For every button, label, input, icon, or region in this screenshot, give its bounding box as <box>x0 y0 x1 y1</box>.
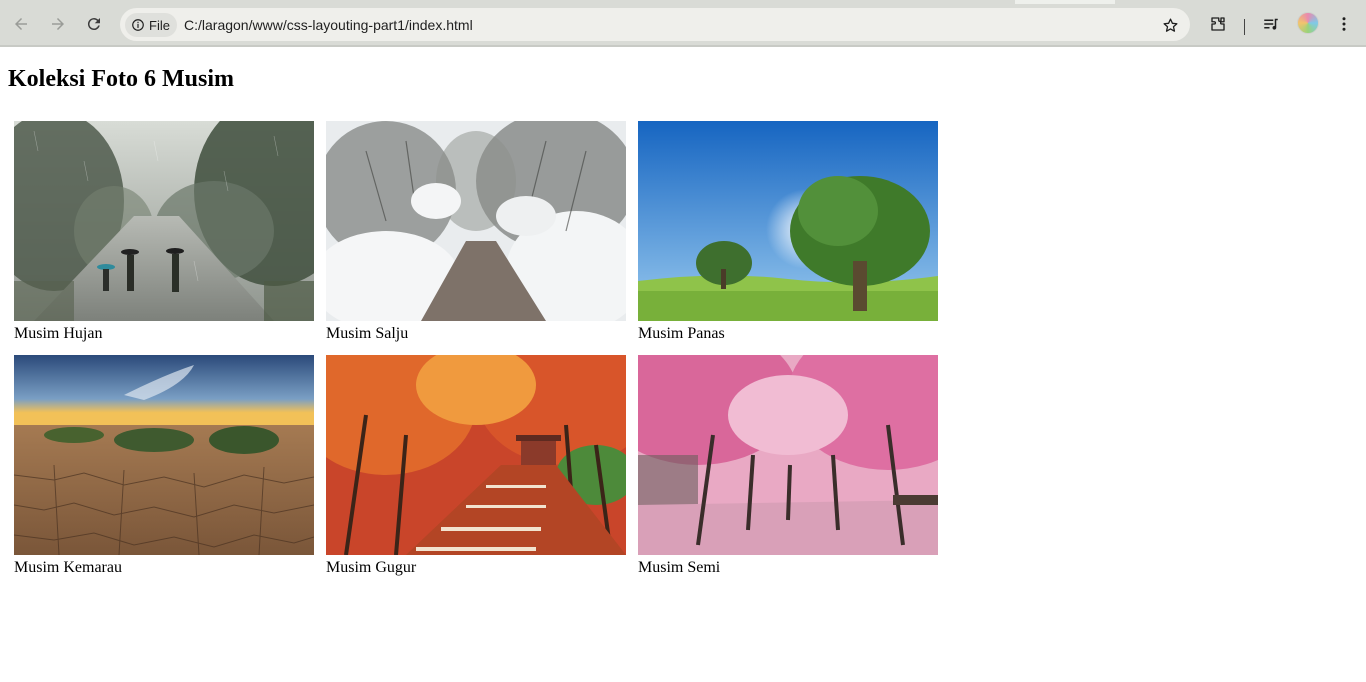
photo-caption: Musim Kemarau <box>14 559 122 576</box>
kebab-menu-icon <box>1342 17 1346 31</box>
extensions-button[interactable] <box>1207 13 1229 35</box>
page-title: Koleksi Foto 6 Musim <box>8 66 234 92</box>
menu-button[interactable] <box>1333 13 1355 35</box>
arrow-right-icon <box>52 18 64 30</box>
gallery-item-hujan: Musim Hujan <box>14 121 314 343</box>
media-button[interactable] <box>1260 13 1282 35</box>
spring-photo <box>638 355 938 555</box>
forward-button[interactable] <box>46 12 70 36</box>
gallery-item-kemarau: Musim Kemarau <box>14 355 314 577</box>
photo-caption: Musim Hujan <box>14 325 103 342</box>
autumn-photo <box>326 355 626 555</box>
back-button[interactable] <box>9 12 33 36</box>
gallery-item-gugur: Musim Gugur <box>326 355 626 577</box>
reload-icon <box>87 18 100 31</box>
browser-toolbar: File C:/laragon/www/css-layouting-part1/… <box>0 4 1366 45</box>
puzzle-icon <box>1211 17 1225 31</box>
info-icon <box>132 19 144 31</box>
photo-caption: Musim Gugur <box>326 559 417 576</box>
star-icon <box>1162 17 1178 32</box>
gallery-item-semi: Musim Semi <box>638 355 938 577</box>
summer-photo <box>638 121 938 321</box>
site-info-chip[interactable]: File <box>125 13 177 37</box>
gallery-item-salju: Musim Salju <box>326 121 626 343</box>
address-bar[interactable]: File C:/laragon/www/css-layouting-part1/… <box>120 8 1190 41</box>
arrow-left-icon <box>15 18 27 30</box>
media-queue-icon <box>1264 18 1278 30</box>
gallery-item-panas: Musim Panas <box>638 121 938 343</box>
drought-photo <box>14 355 314 555</box>
reload-button[interactable] <box>82 12 106 36</box>
chip-label: File <box>149 17 170 33</box>
bookmark-button[interactable] <box>1160 15 1180 35</box>
toolbar-separator <box>1244 19 1245 35</box>
snow-photo <box>326 121 626 321</box>
url-text[interactable]: C:/laragon/www/css-layouting-part1/index… <box>184 17 473 33</box>
toolbar-border <box>0 45 1366 47</box>
photo-caption: Musim Semi <box>638 559 721 576</box>
photo-caption: Musim Salju <box>326 325 409 342</box>
rain-photo <box>14 121 314 321</box>
photo-caption: Musim Panas <box>638 325 725 342</box>
avatar[interactable] <box>1297 12 1319 34</box>
